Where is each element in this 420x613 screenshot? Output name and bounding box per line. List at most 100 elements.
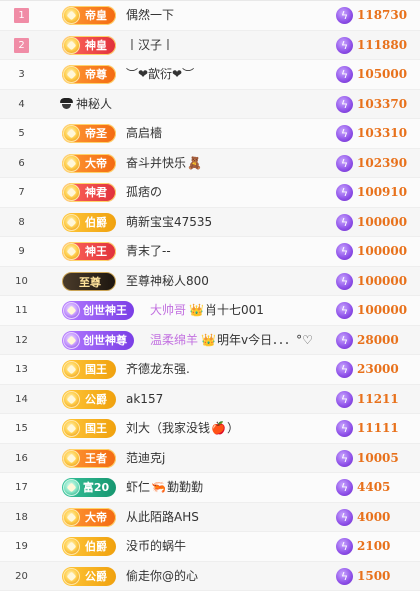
score-value: 4405 (357, 480, 391, 494)
badge-label: 神君 (85, 186, 107, 199)
leaderboard-row[interactable]: 14 公爵 ak157 ϟ 11211 (0, 384, 420, 414)
user-name-text: 孤痞の (126, 185, 163, 199)
leaderboard-row[interactable]: 18 大帝 从此陌路AHS ϟ 4000 (0, 502, 420, 532)
leaderboard-row[interactable]: 2 神皇 丨汉子丨 ϟ 111880 (0, 30, 420, 60)
badge-label: 公爵 (85, 392, 107, 406)
user-name[interactable]: 至尊神秘人800 (126, 267, 209, 296)
user-name[interactable]: 青末了-- (126, 237, 171, 266)
score-value: 100000 (357, 273, 408, 288)
leaderboard-row[interactable]: 11 创世神王 大帅哥 👑肖十七001 ϟ 100000 (0, 296, 420, 326)
user-name-text: 从此陌路AHS (126, 509, 199, 524)
user-name-text: 神秘人 (76, 96, 113, 111)
badge-label: 帝圣 (85, 127, 107, 140)
leaderboard-row[interactable]: 3 帝尊 ︶❤歆衍❤︶ ϟ 105000 (0, 60, 420, 90)
lightning-bolt-icon: ϟ (336, 184, 353, 201)
rank-number: 16 (15, 452, 28, 464)
leaderboard-row[interactable]: 6 大帝 奋斗并快乐🧸 ϟ 102390 (0, 148, 420, 178)
user-name[interactable]: ︶❤歆衍❤︶ (126, 60, 194, 89)
lightning-bolt-icon: ϟ (336, 66, 353, 83)
user-name[interactable]: 丨汉子丨 (126, 31, 174, 60)
lightning-bolt-icon: ϟ (336, 508, 353, 526)
lightning-bolt-icon: ϟ (336, 272, 353, 290)
score-value: 105000 (357, 67, 408, 81)
leaderboard-row[interactable]: 15 国王 刘大（我家没钱🍎） ϟ 11111 (0, 414, 420, 444)
badge-label: 创世神尊 (83, 333, 127, 347)
user-name[interactable]: ak157 (126, 385, 163, 414)
level-badge: 神君 (62, 183, 116, 202)
user-name[interactable]: 没币的蜗牛 (126, 532, 186, 561)
user-name[interactable]: 萌新宝宝47535 (126, 208, 212, 237)
badge-label: 伯爵 (85, 215, 107, 229)
user-name-suffix: 勤勤勤 (166, 480, 203, 494)
score-value: 103310 (357, 126, 408, 140)
leaderboard-row[interactable]: 13 国王 齐德龙东强. ϟ 23000 (0, 355, 420, 385)
leaderboard-row[interactable]: 19 伯爵 没币的蜗牛 ϟ 2100 (0, 532, 420, 562)
leaderboard-row[interactable]: 17 富20 虾仁🦐勤勤勤 ϟ 4405 (0, 473, 420, 503)
leaderboard: 1 帝皇 偶然一下 ϟ 118730 2 神皇 丨汉子丨 ϟ 111880 3 帝尊 ︶❤歆衍❤︶ ϟ 10… (0, 0, 420, 591)
user-name-suffix: ） (226, 421, 239, 435)
lightning-bolt-icon: ϟ (336, 449, 353, 467)
leaderboard-row[interactable]: 4 神秘人 ϟ 103370 (0, 89, 420, 119)
rank-number: 1 (14, 8, 29, 23)
rank-number: 2 (14, 37, 29, 53)
level-badge: 国王 (62, 419, 116, 438)
badge-label: 伯爵 (85, 540, 107, 553)
lightning-bolt-icon: ϟ (336, 154, 353, 172)
score-value: 111880 (357, 37, 408, 52)
badge-emblem-icon (63, 36, 80, 54)
user-name[interactable]: 孤痞の (126, 178, 162, 207)
badge-emblem-icon (63, 361, 80, 378)
lightning-bolt-icon: ϟ (336, 361, 353, 378)
leaderboard-row[interactable]: 20 公爵 偷走你@的心 ϟ 1500 (0, 561, 420, 591)
user-title-prefix: 大帅哥 (150, 303, 187, 317)
user-name[interactable]: 从此陌路AHS (126, 503, 199, 532)
user-name[interactable]: 奋斗并快乐🧸 (126, 149, 203, 178)
leaderboard-row[interactable]: 1 帝皇 偶然一下 ϟ 118730 (0, 1, 420, 31)
leaderboard-row[interactable]: 8 伯爵 萌新宝宝47535 ϟ 100000 (0, 207, 420, 237)
user-name-text: ︶❤歆衍❤︶ (126, 67, 195, 81)
rank-number: 18 (15, 511, 28, 523)
leaderboard-row[interactable]: 5 帝圣 高启檣 ϟ 103310 (0, 119, 420, 149)
badge-label: 富20 (82, 481, 110, 494)
user-name[interactable]: 神秘人 (60, 90, 112, 119)
leaderboard-row[interactable]: 10 至尊 至尊神秘人800 ϟ 100000 (0, 266, 420, 296)
badge-emblem-icon (63, 7, 80, 24)
badge-label: 帝皇 (85, 9, 107, 22)
badge-label: 大帝 (85, 156, 107, 170)
user-name[interactable]: 温柔绵羊 👑明年v今日．．．°♡ (150, 326, 313, 355)
user-name-text: 刘大（我家没钱 (126, 421, 211, 435)
rank-number: 5 (18, 128, 25, 139)
badge-emblem-icon (63, 567, 80, 585)
emoji-icon: 🦐 (151, 480, 166, 494)
user-name[interactable]: 偷走你@的心 (126, 562, 198, 591)
lightning-bolt-icon: ϟ (336, 125, 353, 142)
lightning-bolt-icon: ϟ (336, 7, 353, 24)
user-name[interactable]: 刘大（我家没钱🍎） (126, 414, 239, 443)
lightning-bolt-icon: ϟ (336, 36, 353, 54)
rank-number: 11 (15, 305, 28, 316)
user-name[interactable]: 虾仁🦐勤勤勤 (126, 473, 203, 502)
user-name[interactable]: 高启檣 (126, 119, 162, 148)
score-value: 100000 (357, 244, 408, 258)
leaderboard-row[interactable]: 12 创世神尊 温柔绵羊 👑明年v今日．．．°♡ ϟ 28000 (0, 325, 420, 355)
leaderboard-row[interactable]: 9 神王 青末了-- ϟ 100000 (0, 237, 420, 267)
user-name[interactable]: 齐德龙东强. (126, 355, 190, 384)
score-value: 11211 (357, 391, 399, 406)
user-title-prefix: 温柔绵羊 (150, 332, 199, 347)
user-name[interactable]: 范迪克j (126, 444, 165, 473)
score-value: 100000 (357, 214, 408, 229)
badge-emblem-icon (63, 243, 80, 260)
user-name[interactable]: 大帅哥 👑肖十七001 (150, 296, 264, 325)
rank-number: 7 (18, 187, 25, 198)
user-name-text: 肖十七001 (204, 303, 264, 317)
user-name[interactable]: 偶然一下 (126, 1, 174, 30)
rank-number: 14 (15, 393, 28, 405)
level-badge: 伯爵 (62, 212, 116, 232)
rank-number: 8 (18, 216, 25, 228)
badge-emblem-icon (63, 302, 80, 319)
leaderboard-row[interactable]: 7 神君 孤痞の ϟ 100910 (0, 178, 420, 208)
lightning-bolt-icon: ϟ (336, 331, 353, 349)
badge-emblem-icon (63, 390, 80, 408)
badge-label: 国王 (85, 363, 107, 376)
leaderboard-row[interactable]: 16 王者 范迪克j ϟ 10005 (0, 443, 420, 473)
